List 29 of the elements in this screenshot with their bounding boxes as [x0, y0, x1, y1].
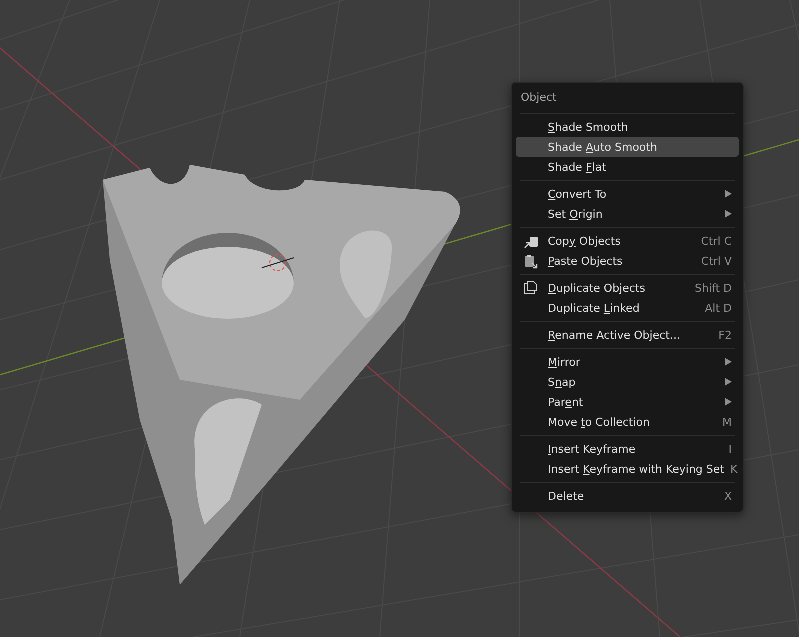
menu-item[interactable]: Shade Auto Smooth	[516, 137, 739, 157]
menu-item[interactable]: Insert Keyframe with Keying Set K	[516, 459, 739, 479]
shortcut-label: Alt D	[705, 302, 732, 314]
shortcut-label: I	[728, 442, 732, 456]
shortcut-label: F2	[718, 328, 732, 342]
menu-item[interactable]: Move to Collection M	[516, 412, 739, 432]
menu-item[interactable]: Set Origin	[516, 204, 739, 224]
menu-item[interactable]: Delete X	[516, 486, 739, 506]
menu-item[interactable]: Duplicate Linked Alt D	[516, 298, 739, 318]
menu-item[interactable]: Duplicate Objects Shift D	[516, 278, 739, 298]
shortcut-label: K	[730, 462, 738, 476]
menu-item[interactable]: Rename Active Object... F2	[516, 325, 739, 345]
menu-item[interactable]: Snap	[516, 372, 739, 392]
menu-item[interactable]: Copy Objects Ctrl C	[516, 231, 739, 251]
shortcut-label: Ctrl V	[701, 254, 732, 268]
shortcut-label: M	[722, 416, 732, 428]
menu-item[interactable]: Shade Flat	[516, 157, 739, 177]
menu-title: Object	[520, 90, 558, 106]
menu-item[interactable]: Shade Smooth	[516, 117, 739, 137]
menu-item[interactable]: Insert Keyframe I	[516, 439, 739, 459]
menu-item[interactable]: Paste Objects Ctrl V	[516, 251, 739, 271]
menu-item[interactable]: Parent	[516, 392, 739, 412]
shortcut-label: Ctrl C	[701, 234, 732, 248]
menu-item[interactable]: Mirror	[516, 352, 739, 372]
shortcut-label: Shift D	[695, 282, 732, 294]
paste-icon	[524, 254, 539, 268]
shortcut-label: X	[724, 490, 732, 502]
menu-item[interactable]: Convert To	[516, 184, 739, 204]
duplicate-icon	[524, 280, 539, 296]
